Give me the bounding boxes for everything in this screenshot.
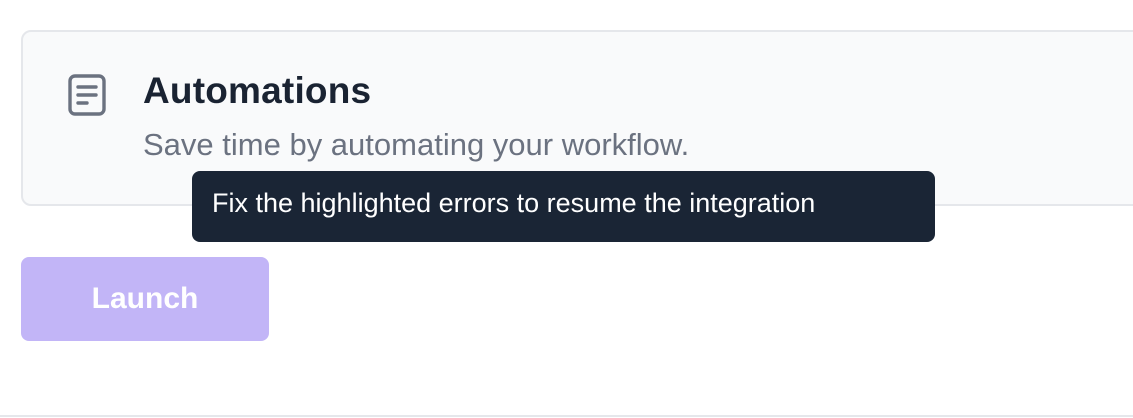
error-tooltip: Fix the highlighted errors to resume the…	[192, 171, 935, 242]
card-title: Automations	[143, 70, 372, 111]
launch-button[interactable]: Launch	[21, 257, 269, 341]
card-description: Save time by automating your workflow.	[143, 127, 690, 162]
page: Automations Save time by automating your…	[0, 0, 1133, 418]
bottom-divider	[0, 415, 1133, 417]
document-icon	[67, 73, 107, 117]
